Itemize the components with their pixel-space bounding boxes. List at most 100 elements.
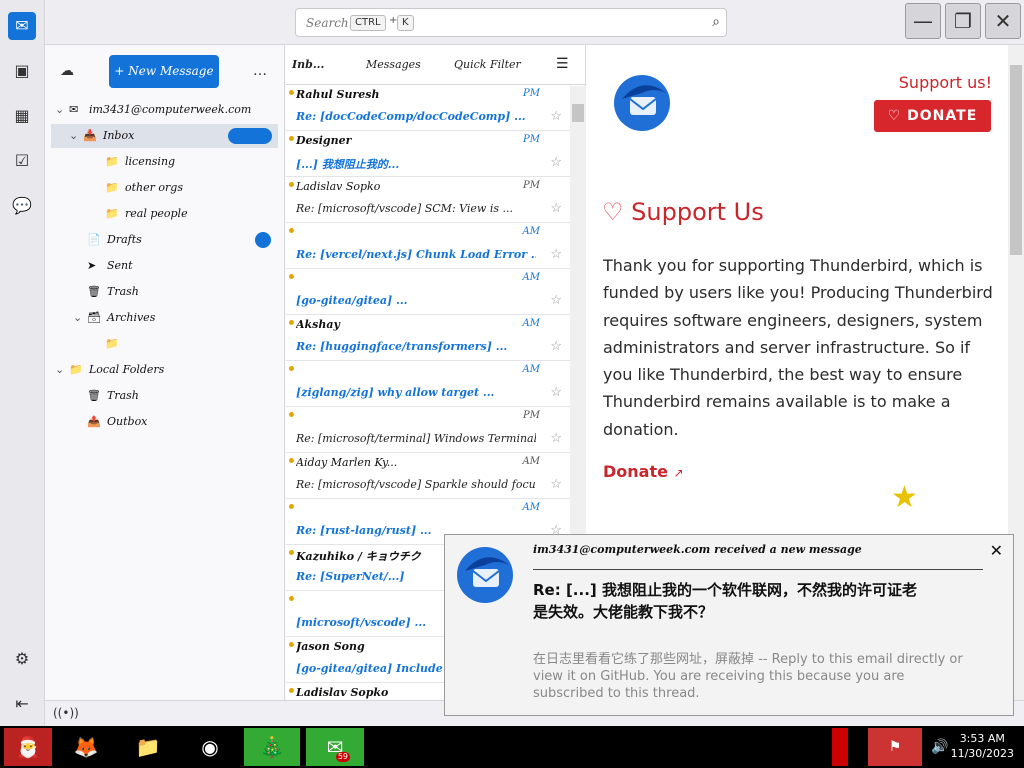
firefox-icon[interactable]: 🦊	[66, 728, 106, 766]
new-message-button[interactable]: + New Message	[109, 55, 219, 88]
unread-count-badge: 59	[335, 752, 350, 762]
tray-item[interactable]	[832, 728, 848, 766]
chat-icon[interactable]: 💬	[8, 192, 36, 220]
tree-app-icon[interactable]: 🎄	[244, 728, 300, 766]
local-outbox[interactable]: 📤 Outbox	[87, 410, 147, 434]
mail-icon[interactable]: ✉	[8, 12, 36, 40]
star-icon[interactable]: ☆	[550, 385, 562, 400]
file-explorer-icon[interactable]: 📁	[128, 728, 168, 766]
search-input[interactable]: Search... CTRL + K ⌕	[295, 8, 727, 37]
unread-dot	[289, 550, 294, 555]
message-list-header: Inb... Messages Quick Filter ☰	[286, 45, 585, 85]
folder-label: Archives	[107, 311, 156, 324]
system-clock[interactable]: 3:53 AM 11/30/2023	[951, 731, 1014, 761]
folder-other-orgs[interactable]: 📁 other orgs	[105, 176, 183, 200]
account-row[interactable]: ⌄ ✉ im3431@computerweek.com	[55, 98, 280, 122]
message-row[interactable]: AM [ziglang/zig] why allow target ... ☆	[286, 361, 570, 407]
message-sender: Ladislav Sopko	[296, 180, 381, 193]
notification-preview: 在日志里看看它练了那些网址，屏蔽掉 -- Reply to this email…	[533, 652, 963, 701]
minimize-button[interactable]: —	[905, 3, 941, 39]
star-icon[interactable]: ☆	[550, 155, 562, 170]
folder-label: licensing	[125, 155, 176, 168]
folder-label: Outbox	[107, 415, 148, 428]
chrome-icon[interactable]: ◉	[190, 728, 230, 766]
folder-pane-more-icon[interactable]: …	[253, 63, 267, 79]
unread-dot	[289, 228, 294, 233]
folder-drafts[interactable]: 📄 Drafts	[87, 228, 277, 252]
star-icon[interactable]: ☆	[550, 339, 562, 354]
star-decoration-icon: ★	[891, 480, 918, 515]
message-sender: Akshay	[296, 318, 340, 331]
quick-filter-button[interactable]: Quick Filter	[454, 58, 521, 71]
unread-dot	[289, 320, 294, 325]
message-row[interactable]: AM [go-gitea/gitea] ... ☆	[286, 269, 570, 315]
new-mail-notification[interactable]: im3431@computerweek.com received a new m…	[444, 534, 1014, 716]
settings-icon[interactable]: ⚙	[8, 645, 36, 673]
close-window-button[interactable]: ✕	[985, 3, 1021, 39]
account-label: im3431@computerweek.com	[89, 103, 252, 116]
star-icon[interactable]: ☆	[550, 477, 562, 492]
unread-dot	[289, 596, 294, 601]
title-bar: Search... CTRL + K ⌕ ≡ — ❐ ✕	[45, 0, 1024, 45]
activity-icon[interactable]: ((•))	[53, 706, 79, 720]
message-date: AM	[522, 226, 540, 237]
page-title-text: Support Us	[631, 198, 764, 226]
message-subject: Re: [vercel/next.js] Chunk Load Error ..…	[296, 248, 536, 261]
donate-button[interactable]: ♡ DONATE	[874, 100, 991, 132]
address-book-icon[interactable]: ▣	[8, 57, 36, 85]
drafts-icon: 📄	[87, 233, 101, 246]
get-messages-icon[interactable]: ☁	[60, 63, 74, 79]
heart-icon: ♡	[887, 108, 908, 124]
message-row[interactable]: Rahul Suresh PM Re: [docCodeComp/docCodeCo…	[286, 85, 570, 131]
shortcut-key-ctrl: CTRL	[350, 15, 386, 31]
star-icon[interactable]: ☆	[550, 247, 562, 262]
close-icon[interactable]: ✕	[990, 541, 1003, 560]
star-icon[interactable]: ☆	[550, 109, 562, 124]
list-options-icon[interactable]: ☰	[556, 56, 569, 72]
unread-dot	[289, 642, 294, 647]
content-scroll-thumb[interactable]	[1010, 65, 1022, 255]
message-row[interactable]: Designer PM [...] 我想阻止我的... ☆	[286, 131, 570, 177]
message-row[interactable]: AM Re: [vercel/next.js] Chunk Load Error …	[286, 223, 570, 269]
folder-label: Trash	[107, 285, 139, 298]
star-icon[interactable]: ☆	[550, 431, 562, 446]
folder-licensing[interactable]: 📁 licensing	[105, 150, 175, 174]
collapse-icon[interactable]: ⇤	[8, 690, 36, 718]
thunderbird-taskbar-icon[interactable]: ✉ 59	[306, 728, 364, 766]
star-icon[interactable]: ☆	[550, 201, 562, 216]
support-us-link[interactable]: Support us!	[899, 73, 992, 92]
message-row[interactable]: Ladislav Sopko PM Re: [microsoft/vscode] S…	[286, 177, 570, 223]
restore-button[interactable]: ❐	[945, 3, 981, 39]
folder-archives[interactable]: ⌄ 🗃 Archives	[73, 306, 155, 330]
folder-real-people[interactable]: 📁 real people	[105, 202, 188, 226]
folder-inbox[interactable]: ⌄ 📥 Inbox	[51, 124, 278, 148]
unread-dot	[289, 412, 294, 417]
local-folders-row[interactable]: ⌄ 📁 Local Folders	[55, 358, 164, 382]
message-subject: [go-gitea/gitea] ...	[296, 294, 408, 307]
folder-archive-year[interactable]: 📁	[105, 332, 125, 356]
message-row[interactable]: Aiday Marlen Ky... AM Re: [microsoft/vscod…	[286, 453, 570, 499]
folder-sent[interactable]: ➤ Sent	[87, 254, 133, 278]
folder-label: Local Folders	[89, 363, 165, 376]
message-subject: Re: [microsoft/vscode] Sparkle should fo…	[296, 478, 536, 491]
page-title: ♡ Support Us	[602, 198, 764, 226]
tasks-icon[interactable]: ☑	[8, 147, 36, 175]
unread-dot	[289, 136, 294, 141]
calendar-icon[interactable]: ▦	[8, 102, 36, 130]
clock-date: 11/30/2023	[950, 747, 1014, 760]
message-date: PM	[523, 410, 540, 421]
chevron-down-icon: ⌄	[73, 311, 83, 324]
star-icon[interactable]: ☆	[550, 293, 562, 308]
local-trash[interactable]: 🗑 Trash	[87, 384, 139, 408]
folder-icon: 📁	[105, 155, 119, 168]
notification-subject: Re: [...] 我想阻止我的一个软件联网，不然我的许可证老是失效。大佬能教下…	[533, 581, 917, 621]
scroll-thumb[interactable]	[572, 104, 584, 122]
message-row[interactable]: Akshay AM Re: [huggingface/transformers] .…	[286, 315, 570, 361]
message-row[interactable]: PM Re: [microsoft/terminal] Windows Termi…	[286, 407, 570, 453]
search-icon[interactable]: ⌕	[712, 14, 720, 30]
folder-trash[interactable]: 🗑 Trash	[87, 280, 139, 304]
unread-dot	[289, 182, 294, 187]
tray-network-icon[interactable]: ⚑	[868, 728, 922, 766]
donate-link[interactable]: Donate ↗	[603, 462, 684, 481]
start-button[interactable]: 🎅	[4, 728, 52, 766]
